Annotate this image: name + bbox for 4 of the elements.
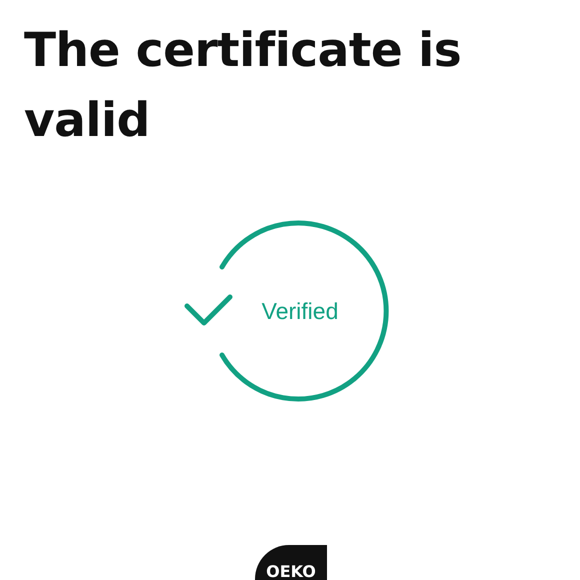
check-icon: [184, 294, 232, 326]
status-label: Verified: [262, 298, 338, 324]
page-title: The certificate is valid: [24, 22, 462, 150]
brand-logo: OEKO: [255, 545, 327, 580]
